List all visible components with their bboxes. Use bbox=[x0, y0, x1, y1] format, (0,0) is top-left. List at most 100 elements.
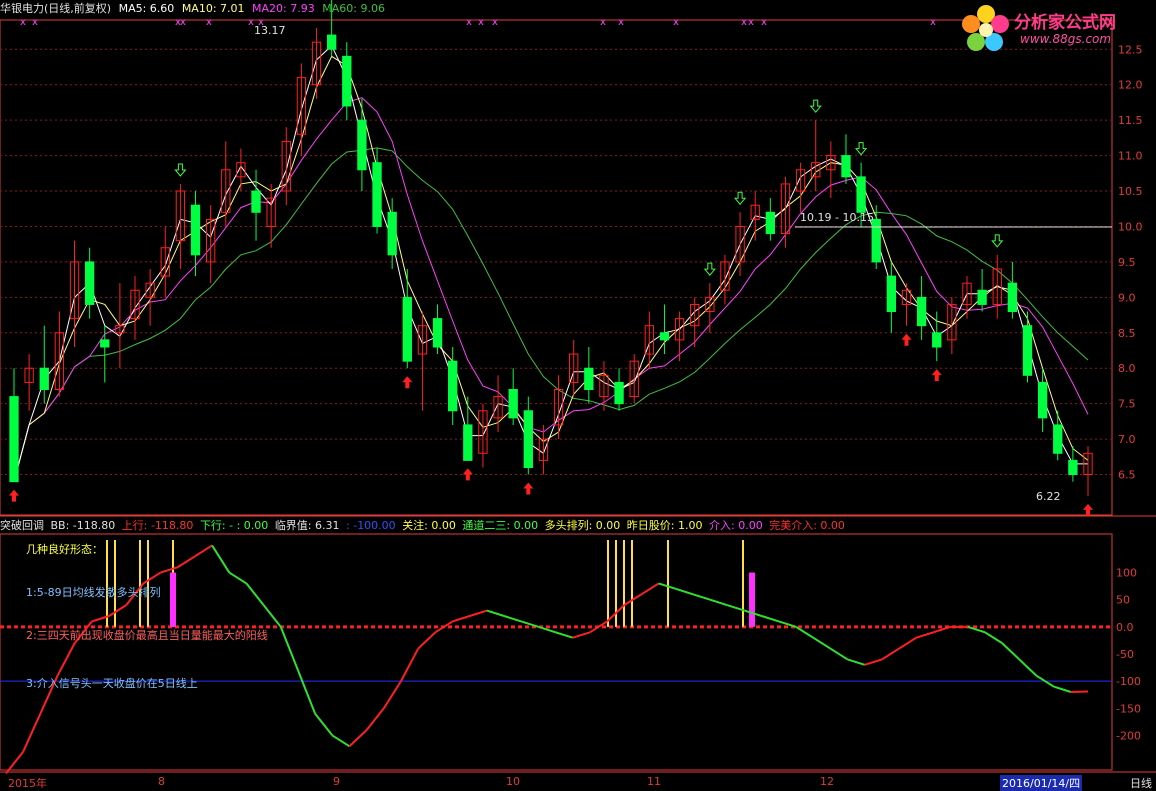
x-label-4: 11 bbox=[647, 775, 661, 788]
sell-arrow-3 bbox=[734, 191, 747, 206]
candle-64 bbox=[977, 269, 987, 312]
price-tick-label-2: 7.5 bbox=[1118, 398, 1136, 411]
candle-58 bbox=[886, 261, 897, 333]
indicator-frame bbox=[0, 533, 1113, 771]
watch-value: 关注: 0.00 bbox=[402, 519, 456, 532]
logo-name: 分析家公式网 bbox=[1014, 13, 1116, 33]
period-label[interactable]: 日线 bbox=[1130, 775, 1152, 791]
x-label-5: 12 bbox=[820, 775, 834, 788]
candle-47 bbox=[720, 254, 730, 305]
perfect-enter-value: 完美介入: 0.00 bbox=[769, 519, 845, 532]
ma10-label: MA10: 7.01 bbox=[181, 2, 245, 15]
low-price-label: 6.22 bbox=[1036, 490, 1061, 503]
bb-segment-28 bbox=[469, 609, 488, 617]
indicator-header: 突破回调 BB: -118.80 上行: -118.80 下行: - : 0.0… bbox=[0, 517, 1110, 533]
bb-segment-13 bbox=[211, 544, 231, 574]
candle-70 bbox=[1068, 446, 1078, 482]
buy-arrow-2 bbox=[462, 468, 473, 481]
bb-segment-50 bbox=[847, 658, 866, 666]
x-label-0: 2015年 bbox=[8, 777, 47, 790]
bb-segment-52 bbox=[881, 647, 900, 661]
ma60-line bbox=[13, 147, 1089, 482]
price-tick-label-4: 8.5 bbox=[1118, 327, 1136, 340]
date-box[interactable]: 2016/01/14/四 bbox=[1000, 775, 1083, 791]
enter-value: 介入: 0.00 bbox=[709, 519, 763, 532]
candle-4 bbox=[69, 240, 80, 347]
ind-tick-label-2: 0.0 bbox=[1116, 621, 1134, 634]
candle-23 bbox=[357, 98, 367, 192]
candle-67 bbox=[1022, 311, 1033, 383]
stock-title[interactable]: 华银电力(日线,前复权) bbox=[0, 2, 111, 15]
pattern-3: 3:介入信号头一天收盘价在5日线上 bbox=[26, 677, 198, 690]
candle-30 bbox=[463, 396, 473, 461]
candle-11 bbox=[175, 183, 186, 269]
bb-segment-38 bbox=[640, 582, 660, 596]
candle-65 bbox=[992, 254, 1002, 319]
buy-arrow-5 bbox=[931, 369, 942, 382]
candle-33 bbox=[508, 368, 518, 425]
candle-2 bbox=[39, 325, 49, 404]
sell-arrow-0 bbox=[174, 163, 187, 177]
bb-segment-19 bbox=[314, 713, 334, 737]
high-price-label: 13.17 bbox=[254, 24, 286, 37]
candle-26 bbox=[402, 269, 412, 369]
candle-8 bbox=[130, 276, 140, 340]
bb-segment-62 bbox=[1053, 685, 1072, 693]
candle-28 bbox=[432, 304, 443, 355]
price-tick-label-0: 6.5 bbox=[1118, 469, 1136, 482]
bb-segment-22 bbox=[365, 707, 385, 731]
bb-segment-12 bbox=[194, 544, 213, 558]
sell-arrow-5 bbox=[855, 142, 868, 156]
candle-20 bbox=[311, 28, 322, 99]
stock-chart[interactable]: 6.5 7.0 7.5 8.0 8.5 9.0 9.5 10.0 10.5 11.0 11.5 12.… bbox=[0, 0, 1156, 790]
prev-price-value: 昨日股价: 1.00 bbox=[626, 519, 703, 532]
bull-value: 多头排列: 0.00 bbox=[544, 519, 621, 532]
bb-segment-48 bbox=[812, 636, 831, 650]
price-tick-label-1: 7.0 bbox=[1118, 433, 1136, 446]
price-tick-label-7: 10.0 bbox=[1118, 220, 1143, 233]
candle-51 bbox=[780, 176, 791, 248]
pattern-1: 1:5-89日均线发散多头排列 bbox=[26, 586, 161, 599]
bb-segment-29 bbox=[486, 609, 505, 617]
bb-segment-15 bbox=[245, 582, 265, 606]
bb-segment-63 bbox=[1070, 690, 1089, 693]
range-label: 10.19 - 10.15 bbox=[800, 211, 874, 224]
candle-50 bbox=[765, 198, 775, 241]
candle-10 bbox=[160, 226, 170, 298]
bb-segment-31 bbox=[520, 620, 539, 628]
logo-url: www.88gs.com bbox=[1020, 32, 1112, 46]
ind-tick-label-3: -50 bbox=[1116, 648, 1134, 661]
x-label-1: 8 bbox=[158, 775, 165, 788]
candle-62 bbox=[947, 297, 957, 355]
ind-tick-label-4: -100 bbox=[1116, 675, 1141, 688]
channel-value: 通道二三: 0.00 bbox=[462, 519, 539, 532]
down-value: 下行: - : 0.00 bbox=[199, 519, 269, 532]
bb-segment-43 bbox=[727, 604, 745, 612]
candle-52 bbox=[795, 162, 806, 213]
ma5-line bbox=[13, 44, 1088, 482]
candle-16 bbox=[251, 169, 261, 241]
candle-44 bbox=[674, 311, 685, 362]
sell-arrow-6 bbox=[991, 234, 1004, 248]
price-tick-label-5: 9.0 bbox=[1118, 291, 1136, 304]
bb-segment-42 bbox=[709, 598, 728, 607]
price-tick-label-11: 12.0 bbox=[1118, 79, 1143, 92]
enter-bar-0 bbox=[170, 572, 176, 627]
bb-segment-53 bbox=[898, 636, 917, 650]
candle-1 bbox=[24, 354, 34, 411]
bb-segment-14 bbox=[228, 571, 247, 585]
price-tick-label-9: 11.0 bbox=[1118, 150, 1143, 163]
bb-segment-16 bbox=[262, 604, 282, 628]
indicator-name[interactable]: 突破回调 bbox=[0, 519, 44, 532]
candle-24 bbox=[372, 148, 382, 234]
bb-segment-23 bbox=[382, 680, 402, 709]
candle-18 bbox=[281, 127, 291, 206]
candle-34 bbox=[523, 396, 533, 475]
candle-55 bbox=[841, 134, 851, 184]
bb-segment-47 bbox=[795, 626, 814, 639]
bb-segment-45 bbox=[761, 615, 780, 623]
candle-38 bbox=[584, 346, 594, 404]
candle-53 bbox=[811, 120, 821, 192]
price-header: 华银电力(日线,前复权) MA5: 6.60 MA10: 7.01 MA20: … bbox=[0, 0, 940, 20]
bb-segment-4 bbox=[56, 642, 76, 677]
